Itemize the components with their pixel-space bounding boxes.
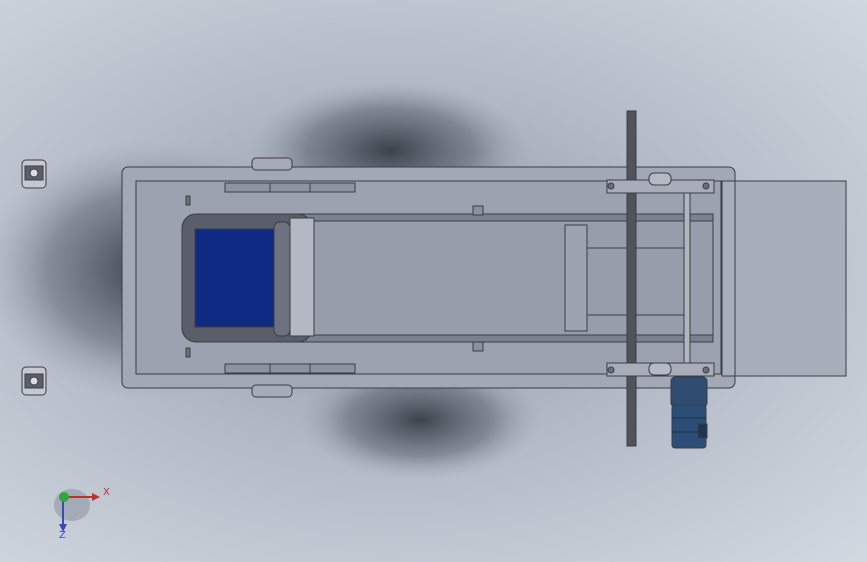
clip [185, 347, 191, 358]
triad-z-label: Z [59, 530, 66, 541]
triad-x-label: X [103, 487, 110, 498]
triad-y-axis [59, 492, 69, 502]
top-slot-strip [224, 182, 356, 193]
discharge-chute[interactable] [721, 180, 847, 377]
cad-viewport[interactable] [0, 0, 867, 562]
top-tab [251, 157, 293, 171]
conveyor-bed [309, 215, 714, 341]
bottom-tab [251, 384, 293, 398]
cross-shaft-2 [683, 181, 691, 375]
tensioner-block [564, 224, 588, 332]
clip [472, 205, 484, 216]
caster-wheel-bottom[interactable] [21, 366, 47, 396]
caster-wheel-top[interactable] [21, 159, 47, 189]
roller-end-cap [289, 217, 315, 337]
triad-x-arrow [92, 493, 100, 501]
upper-rail [289, 213, 714, 222]
lower-rail [289, 334, 714, 343]
top-hole-slot [648, 172, 672, 186]
triad-base [54, 489, 90, 521]
orientation-triad[interactable] [54, 489, 100, 532]
long-axle [626, 110, 637, 447]
terminal-box [697, 423, 708, 439]
roller-drum [273, 221, 291, 337]
bottom-slot-strip [224, 363, 356, 374]
clip [185, 195, 191, 206]
gearbox[interactable] [670, 376, 708, 408]
bottom-hole-slot [648, 362, 672, 376]
clip [472, 341, 484, 352]
